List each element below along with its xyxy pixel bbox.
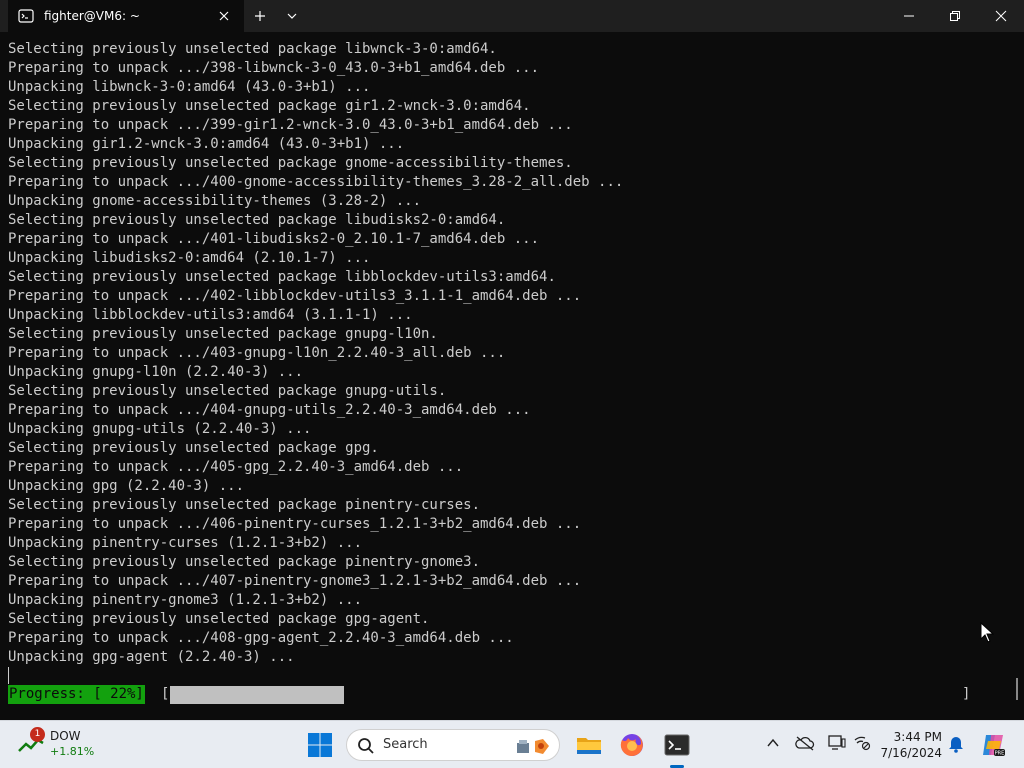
minimize-icon[interactable] [886, 0, 932, 32]
output-line: Unpacking gnome-accessibility-themes (3.… [8, 193, 422, 209]
stock-name: DOW [50, 729, 81, 743]
terminal-output[interactable]: Selecting previously unselected package … [0, 32, 1024, 720]
output-line: Selecting previously unselected package … [8, 326, 438, 342]
progress-label: Progress: [ 22%] [8, 685, 145, 704]
file-explorer-icon[interactable] [571, 729, 607, 761]
text-cursor [8, 667, 9, 684]
output-line: Preparing to unpack .../398-libwnck-3-0_… [8, 60, 540, 76]
output-line: Selecting previously unselected package … [8, 155, 573, 171]
system-clock[interactable]: 3:44 PM 7/16/2024 [876, 729, 942, 761]
output-line: Preparing to unpack .../399-gir1.2-wnck-… [8, 117, 573, 133]
output-lines: Selecting previously unselected package … [8, 40, 623, 667]
output-line: Selecting previously unselected package … [8, 611, 430, 627]
progress-bar [170, 686, 962, 704]
output-line: Preparing to unpack .../408-gpg-agent_2.… [8, 630, 514, 646]
network-icon[interactable] [853, 735, 871, 755]
windows-start-icon[interactable] [307, 732, 333, 762]
output-line: Selecting previously unselected package … [8, 269, 556, 285]
output-line: Selecting previously unselected package … [8, 554, 481, 570]
clock-date: 7/16/2024 [880, 746, 942, 760]
terminal-icon[interactable] [659, 729, 695, 761]
output-line: Preparing to unpack .../405-gpg_2.2.40-3… [8, 459, 464, 475]
output-line: Unpacking gpg (2.2.40-3) ... [8, 478, 245, 494]
copilot-icon[interactable]: PRE [980, 732, 1006, 762]
output-line: Preparing to unpack .../404-gnupg-utils_… [8, 402, 531, 418]
output-line: Selecting previously unselected package … [8, 497, 481, 513]
output-line: Unpacking gnupg-l10n (2.2.40-3) ... [8, 364, 304, 380]
output-line: Unpacking libblockdev-utils3:amd64 (3.1.… [8, 307, 413, 323]
mouse-pointer-icon [980, 621, 995, 648]
output-line: Preparing to unpack .../401-libudisks2-0… [8, 231, 540, 247]
output-line: Preparing to unpack .../406-pinentry-cur… [8, 516, 582, 532]
output-line: Selecting previously unselected package … [8, 98, 531, 114]
terminal-icon [18, 8, 34, 24]
output-line: Selecting previously unselected package … [8, 212, 506, 228]
stock-change: +1.81% [50, 745, 95, 758]
clock-time: 3:44 PM [893, 730, 942, 744]
output-line: Selecting previously unselected package … [8, 440, 379, 456]
progress-fill [170, 686, 345, 704]
output-line: Unpacking gpg-agent (2.2.40-3) ... [8, 649, 295, 665]
chevron-up-icon[interactable] [766, 735, 780, 754]
output-line: Selecting previously unselected package … [8, 41, 497, 57]
svg-text:PRE: PRE [995, 751, 1005, 757]
taskbar: 1 DOW +1.81% Search 3:44 PM 7/16/2024 PR… [0, 720, 1024, 768]
title-bar: fighter@VM6: ~ [0, 0, 1024, 32]
notification-badge: 1 [30, 727, 45, 742]
title-drag-area[interactable] [308, 0, 886, 32]
firefox-icon[interactable] [614, 729, 650, 761]
onedrive-offline-icon[interactable] [795, 735, 815, 755]
progress-row: Progress: [ 22%] [ ] [8, 685, 1008, 704]
output-line: Unpacking gnupg-utils (2.2.40-3) ... [8, 421, 312, 437]
search-box[interactable]: Search [346, 729, 560, 761]
output-line: Preparing to unpack .../400-gnome-access… [8, 174, 624, 190]
output-line: Unpacking libudisks2-0:amd64 (2.10.1-7) … [8, 250, 371, 266]
close-icon[interactable] [978, 0, 1024, 32]
terminal-tab[interactable]: fighter@VM6: ~ [8, 0, 244, 32]
output-line: Preparing to unpack .../407-pinentry-gno… [8, 573, 582, 589]
notification-bell-icon[interactable] [948, 735, 964, 757]
search-label: Search [383, 737, 428, 752]
output-line: Preparing to unpack .../402-libblockdev-… [8, 288, 582, 304]
output-line: Unpacking pinentry-curses (1.2.1-3+b2) .… [8, 535, 363, 551]
scrollbar-thumb[interactable] [1016, 678, 1018, 700]
output-line: Preparing to unpack .../403-gnupg-l10n_2… [8, 345, 506, 361]
chevron-down-icon[interactable] [276, 0, 308, 32]
search-icon [357, 737, 375, 759]
close-icon[interactable] [214, 6, 234, 26]
output-line: Unpacking pinentry-gnome3 (1.2.1-3+b2) .… [8, 592, 363, 608]
tab-title: fighter@VM6: ~ [44, 9, 140, 23]
output-line: Selecting previously unselected package … [8, 383, 447, 399]
output-line: Unpacking gir1.2-wnck-3.0:amd64 (43.0-3+… [8, 136, 405, 152]
progress-bracket-open: [ [161, 686, 170, 702]
stock-widget[interactable]: 1 DOW +1.81% [18, 727, 118, 763]
restore-icon[interactable] [932, 0, 978, 32]
progress-bracket-close: ] [962, 686, 971, 702]
output-line: Unpacking libwnck-3-0:amd64 (43.0-3+b1) … [8, 79, 371, 95]
plus-icon[interactable] [244, 0, 276, 32]
search-highlight-icon [515, 736, 551, 760]
display-icon[interactable] [828, 735, 846, 755]
